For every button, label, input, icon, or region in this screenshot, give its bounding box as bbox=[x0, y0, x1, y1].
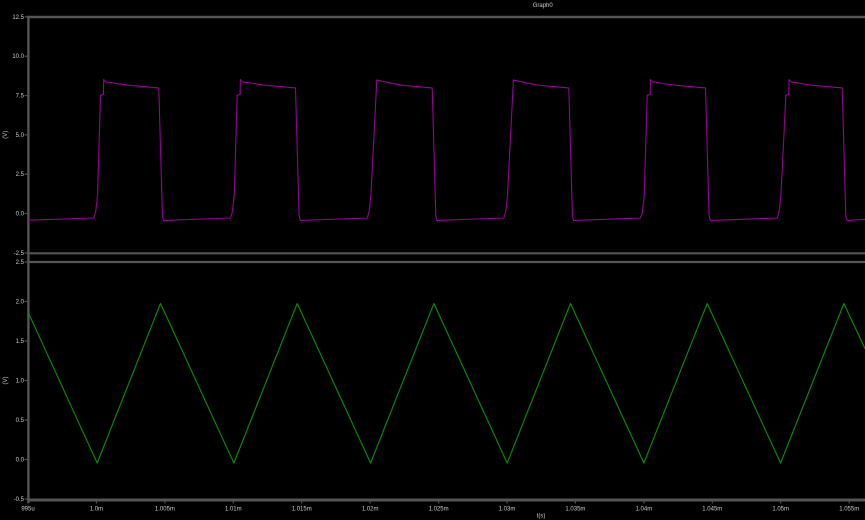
svg-text:-0.5: -0.5 bbox=[14, 497, 25, 503]
svg-text:12.5: 12.5 bbox=[12, 15, 24, 21]
svg-text:1.5: 1.5 bbox=[16, 339, 25, 345]
svg-text:0.0: 0.0 bbox=[16, 457, 25, 463]
svg-text:1.0: 1.0 bbox=[16, 378, 25, 384]
svg-text:1.03m: 1.03m bbox=[499, 506, 516, 512]
svg-text:1.0m: 1.0m bbox=[90, 506, 103, 512]
svg-text:2.5: 2.5 bbox=[16, 260, 25, 266]
svg-text:0.0: 0.0 bbox=[16, 211, 25, 217]
svg-text:t(s): t(s) bbox=[537, 514, 546, 520]
svg-text:5.0: 5.0 bbox=[16, 133, 25, 139]
svg-text:Graph0: Graph0 bbox=[533, 3, 554, 9]
svg-text:995u: 995u bbox=[21, 506, 34, 512]
svg-text:1.05m: 1.05m bbox=[772, 506, 789, 512]
svg-text:1.055m: 1.055m bbox=[839, 506, 859, 512]
svg-text:1.015m: 1.015m bbox=[292, 506, 312, 512]
svg-text:1.005m: 1.005m bbox=[155, 506, 175, 512]
svg-text:2.5: 2.5 bbox=[16, 172, 25, 178]
svg-text:1.04m: 1.04m bbox=[636, 506, 653, 512]
svg-text:2.0: 2.0 bbox=[16, 299, 25, 305]
svg-text:1.02m: 1.02m bbox=[362, 506, 379, 512]
svg-text:1.045m: 1.045m bbox=[702, 506, 722, 512]
svg-text:1.01m: 1.01m bbox=[225, 506, 242, 512]
svg-text:0.5: 0.5 bbox=[16, 418, 25, 424]
svg-text:(V): (V) bbox=[3, 377, 9, 385]
svg-text:1.025m: 1.025m bbox=[429, 506, 449, 512]
svg-text:10.0: 10.0 bbox=[12, 54, 24, 60]
svg-text:1.035m: 1.035m bbox=[565, 506, 585, 512]
svg-text:(V): (V) bbox=[3, 131, 9, 139]
svg-text:-2.5: -2.5 bbox=[14, 251, 25, 257]
svg-text:7.5: 7.5 bbox=[16, 94, 25, 100]
